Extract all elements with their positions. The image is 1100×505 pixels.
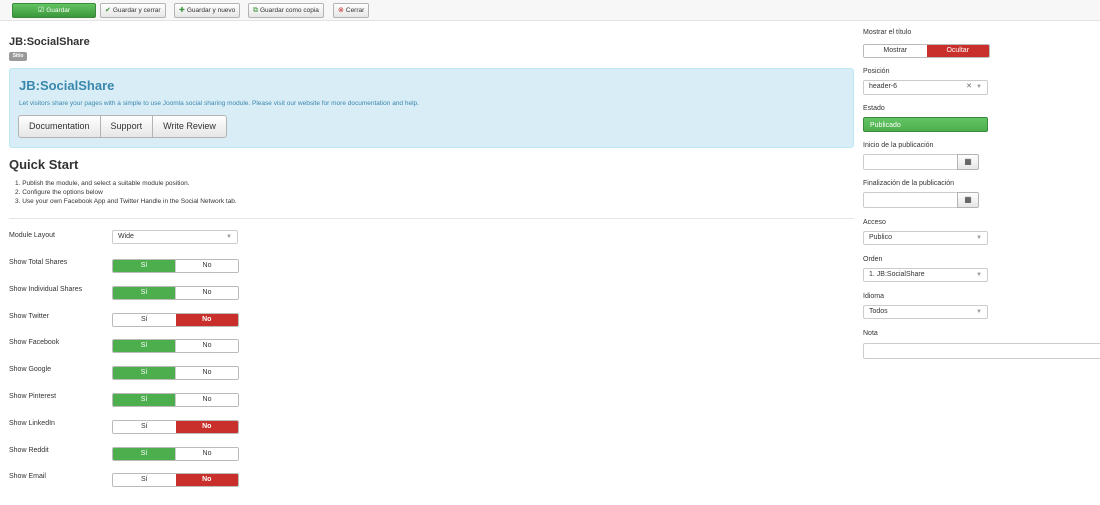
show-title-toggle[interactable]: Mostrar Ocultar bbox=[863, 44, 990, 58]
no-option[interactable]: No bbox=[175, 394, 238, 406]
no-option[interactable]: No bbox=[175, 421, 238, 433]
save-close-button[interactable]: ✔ Guardar y cerrar bbox=[100, 3, 166, 18]
quick-start-list: 1. Publish the module, and select a suit… bbox=[15, 179, 237, 206]
yes-option[interactable]: Sí bbox=[113, 367, 175, 379]
toggle-label: Show Email bbox=[9, 473, 46, 480]
yes-no-toggle[interactable]: Sí No bbox=[112, 447, 239, 461]
yes-option[interactable]: Sí bbox=[113, 314, 176, 326]
access-label: Acceso bbox=[863, 219, 886, 226]
quick-start-title: Quick Start bbox=[9, 157, 79, 172]
chevron-down-icon: ▼ bbox=[976, 84, 982, 90]
yes-no-toggle[interactable]: Sí No bbox=[112, 366, 239, 380]
chevron-down-icon: ▼ bbox=[976, 235, 982, 241]
yes-no-toggle[interactable]: Sí No bbox=[112, 313, 239, 327]
yes-option[interactable]: Sí bbox=[113, 340, 175, 352]
yes-option[interactable]: Sí bbox=[113, 394, 175, 406]
position-label: Posición bbox=[863, 68, 890, 75]
toggle-label: Show Google bbox=[9, 366, 52, 373]
status-select[interactable]: Publicado bbox=[863, 117, 988, 132]
divider bbox=[9, 218, 854, 219]
module-layout-select[interactable]: Wide ▼ bbox=[112, 230, 238, 244]
module-info-title: JB:SocialShare bbox=[19, 78, 115, 93]
yes-option[interactable]: Sí bbox=[113, 448, 175, 460]
no-option[interactable]: No bbox=[175, 448, 238, 460]
toggle-label: Show Twitter bbox=[9, 313, 49, 320]
quick-start-step: 3. Use your own Facebook App and Twitter… bbox=[15, 198, 237, 205]
yes-option[interactable]: Sí bbox=[113, 421, 176, 433]
toggle-label: Show Individual Shares bbox=[9, 286, 83, 293]
yes-no-toggle[interactable]: Sí No bbox=[112, 393, 239, 407]
toggle-label: Show Pinterest bbox=[9, 393, 57, 400]
close-button[interactable]: ⊗ Cerrar bbox=[333, 3, 370, 18]
save-new-button[interactable]: ✚ Guardar y nuevo bbox=[174, 3, 241, 18]
toggle-label: Show Total Shares bbox=[9, 259, 68, 266]
show-title-show-option[interactable]: Mostrar bbox=[864, 45, 927, 57]
site-badge: Sitio bbox=[9, 52, 27, 61]
yes-no-toggle[interactable]: Sí No bbox=[112, 259, 239, 273]
chevron-down-icon: ▼ bbox=[226, 234, 232, 240]
yes-no-toggle[interactable]: Sí No bbox=[112, 286, 239, 300]
toggle-label: Show Reddit bbox=[9, 447, 49, 454]
publish-down-label: Finalización de la publicación bbox=[863, 180, 955, 187]
position-select[interactable]: header-6 ✕ ▼ bbox=[863, 80, 988, 95]
chevron-down-icon: ▼ bbox=[976, 309, 982, 315]
publish-up-input[interactable] bbox=[863, 154, 958, 170]
toolbar: ☑ Guardar ✔ Guardar y cerrar ✚ Guardar y… bbox=[0, 0, 1100, 21]
calendar-icon[interactable]: ▦ bbox=[957, 154, 979, 170]
cancel-icon: ⊗ bbox=[338, 7, 344, 14]
yes-option[interactable]: Sí bbox=[113, 287, 175, 299]
chevron-down-icon: ▼ bbox=[976, 272, 982, 278]
yes-no-toggle[interactable]: Sí No bbox=[112, 473, 239, 487]
language-select[interactable]: Todos ▼ bbox=[863, 305, 988, 319]
check-icon: ✔ bbox=[105, 7, 111, 14]
ordering-label: Orden bbox=[863, 256, 883, 263]
save-button[interactable]: ☑ Guardar bbox=[12, 3, 96, 18]
no-option[interactable]: No bbox=[175, 314, 238, 326]
clear-icon[interactable]: ✕ bbox=[966, 81, 972, 93]
save-copy-button[interactable]: ⧉ Guardar como copia bbox=[248, 3, 324, 18]
quick-start-step: 2. Configure the options below bbox=[15, 189, 103, 196]
documentation-button[interactable]: Documentation bbox=[18, 115, 101, 138]
yes-option[interactable]: Sí bbox=[113, 474, 176, 486]
toggle-label: Show Facebook bbox=[9, 339, 60, 346]
quick-start-step: 1. Publish the module, and select a suit… bbox=[15, 180, 190, 187]
copy-icon: ⧉ bbox=[253, 7, 258, 14]
support-button[interactable]: Support bbox=[99, 115, 154, 138]
no-option[interactable]: No bbox=[175, 260, 238, 272]
ordering-select[interactable]: 1. JB:SocialShare ▼ bbox=[863, 268, 988, 282]
write-review-button[interactable]: Write Review bbox=[152, 115, 227, 138]
show-title-hide-option[interactable]: Ocultar bbox=[926, 45, 989, 57]
module-info-description: Let visitors share your pages with a sim… bbox=[19, 100, 419, 107]
no-option[interactable]: No bbox=[175, 287, 238, 299]
yes-option[interactable]: Sí bbox=[113, 260, 175, 272]
page-title: JB:SocialShare bbox=[9, 36, 90, 48]
plus-icon: ✚ bbox=[179, 7, 185, 14]
save-icon: ☑ bbox=[37, 7, 45, 14]
calendar-icon[interactable]: ▦ bbox=[957, 192, 979, 208]
language-label: Idioma bbox=[863, 293, 885, 300]
yes-no-toggle[interactable]: Sí No bbox=[112, 420, 239, 434]
status-label: Estado bbox=[863, 105, 885, 112]
publish-down-input[interactable] bbox=[863, 192, 958, 208]
publish-up-label: Inicio de la publicación bbox=[863, 142, 934, 149]
toggle-label: Show LinkedIn bbox=[9, 420, 55, 427]
access-select[interactable]: Publico ▼ bbox=[863, 231, 988, 245]
yes-no-toggle[interactable]: Sí No bbox=[112, 339, 239, 353]
no-option[interactable]: No bbox=[175, 474, 238, 486]
note-input[interactable] bbox=[863, 343, 1100, 359]
note-label: Nota bbox=[863, 330, 878, 337]
no-option[interactable]: No bbox=[175, 367, 238, 379]
no-option[interactable]: No bbox=[175, 340, 238, 352]
show-title-label: Mostrar el título bbox=[863, 29, 912, 36]
module-layout-label: Module Layout bbox=[9, 232, 55, 239]
module-info-box: JB:SocialShare Let visitors share your p… bbox=[9, 68, 854, 148]
module-links-group: Documentation Support Write Review bbox=[18, 115, 227, 138]
